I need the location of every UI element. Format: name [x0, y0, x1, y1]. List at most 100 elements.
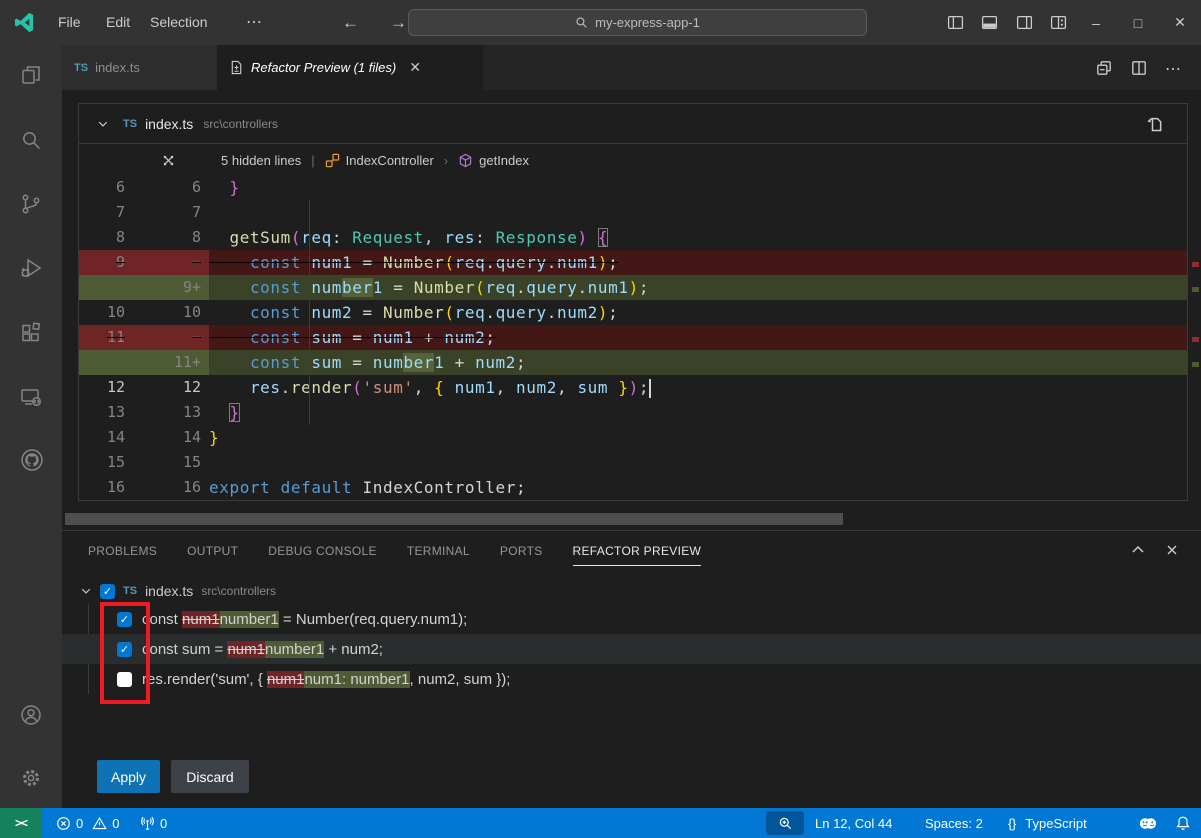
feedback-smiley-icon[interactable] [1138, 815, 1157, 832]
radio-tower-icon [140, 816, 155, 831]
remote-explorer-icon[interactable] [19, 385, 43, 409]
tab-refactor-preview[interactable]: Refactor Preview (1 files) ✕ [217, 45, 483, 90]
tab-problems[interactable]: PROBLEMS [88, 535, 157, 565]
search-icon [575, 16, 588, 29]
code-line[interactable]: 77 [79, 200, 1187, 225]
discard-button[interactable]: Discard [171, 760, 249, 793]
zoom-indicator[interactable] [766, 811, 804, 835]
open-changes-icon[interactable] [1095, 59, 1113, 77]
refactor-change-row[interactable]: ✓const sum = num1number1 + num2; [62, 634, 1201, 664]
search-sidebar-icon[interactable] [19, 128, 43, 152]
menu-file[interactable]: File [50, 0, 89, 45]
notifications-bell-icon[interactable] [1175, 815, 1191, 831]
line-number-modified: 11+ [125, 350, 201, 375]
line-number-modified: 15 [125, 450, 201, 475]
code-line[interactable]: 11+ const sum = number1 + num2; [79, 350, 1187, 375]
diff-file-path: src\controllers [203, 117, 278, 131]
refactor-file-row[interactable]: ✓ TS index.ts src\controllers [80, 578, 276, 604]
run-debug-icon[interactable] [19, 256, 43, 280]
code-line[interactable]: 11− const sum = num1 + num2; [79, 325, 1187, 350]
problems-status[interactable]: 0 0 [56, 808, 119, 838]
menu-selection[interactable]: Selection [142, 0, 216, 45]
source-control-icon[interactable] [19, 192, 43, 216]
line-number-original: 9 [79, 250, 125, 275]
toggle-sidebar-icon[interactable] [947, 14, 964, 31]
tab-close-icon[interactable]: ✕ [409, 59, 421, 76]
tab-terminal[interactable]: TERMINAL [407, 535, 470, 565]
apply-button[interactable]: Apply [97, 760, 160, 793]
code-line[interactable]: 1616export default IndexController; [79, 475, 1187, 500]
language-mode[interactable]: { } TypeScript [1008, 808, 1087, 838]
code-line[interactable]: 9− const num1 = Number(req.query.num1); [79, 250, 1187, 275]
minimize-button[interactable]: – [1075, 0, 1117, 45]
change-text: const sum = num1number1 + num2; [142, 641, 383, 658]
line-number-modified: 9+ [125, 275, 201, 300]
panel-close-icon[interactable] [1164, 542, 1181, 559]
indent-guide [309, 200, 310, 425]
file-checkbox[interactable]: ✓ [100, 584, 115, 599]
line-number-original: 14 [79, 425, 125, 450]
code-line[interactable]: 1010 const num2 = Number(req.query.num2)… [79, 300, 1187, 325]
tab-debug-console[interactable]: DEBUG CONSOLE [268, 535, 377, 565]
refactor-change-row[interactable]: res.render('sum', { num1num1: number1, n… [62, 664, 1201, 694]
navigate-back-icon[interactable]: ← [334, 0, 367, 45]
chevron-down-icon[interactable] [97, 118, 109, 130]
toggle-panel-icon[interactable] [981, 14, 998, 31]
breadcrumb-method[interactable]: getIndex [479, 153, 529, 168]
separator: | [311, 153, 314, 168]
line-number-modified: 16 [125, 475, 201, 500]
unfold-icon[interactable] [161, 153, 176, 168]
split-editor-icon[interactable] [1130, 59, 1148, 77]
cursor-position[interactable]: Ln 12, Col 44 [815, 808, 892, 838]
panel-maximize-icon[interactable] [1130, 542, 1147, 559]
code-line[interactable]: 9+ const number1 = Number(req.query.num1… [79, 275, 1187, 300]
line-number-original: 7 [79, 200, 125, 225]
line-number-modified: − [125, 250, 201, 275]
menu-edit[interactable]: Edit [98, 0, 138, 45]
line-number-modified: 13 [125, 400, 201, 425]
line-number-modified: 14 [125, 425, 201, 450]
indentation-status[interactable]: Spaces: 2 [925, 808, 983, 838]
maximize-button[interactable]: □ [1117, 0, 1159, 45]
explorer-icon[interactable] [19, 63, 43, 87]
code-line[interactable]: 1515 [79, 450, 1187, 475]
horizontal-scrollbar[interactable] [65, 513, 843, 525]
hidden-lines-label[interactable]: 5 hidden lines [221, 153, 301, 168]
editor-more-actions-icon[interactable]: ⋯ [1165, 59, 1183, 77]
code-line[interactable]: 88 getSum(req: Request, res: Response) { [79, 225, 1187, 250]
line-number-original: 16 [79, 475, 125, 500]
close-button[interactable]: ✕ [1159, 0, 1201, 45]
remote-indicator[interactable]: >< [0, 808, 42, 838]
overview-ruler-mark [1192, 262, 1199, 267]
code-line[interactable]: 66 } [79, 175, 1187, 200]
ts-file-icon: TS [123, 585, 137, 597]
line-number-original: 12 [79, 375, 125, 400]
line-number-original: 13 [79, 400, 125, 425]
chevron-down-icon[interactable] [80, 585, 92, 597]
refactor-change-row[interactable]: ✓const num1number1 = Number(req.query.nu… [62, 604, 1201, 634]
more-menus-icon[interactable]: ⋯ [238, 0, 270, 45]
code-line[interactable]: 1212 res.render('sum', { num1, num2, sum… [79, 375, 1187, 400]
diff-file-header[interactable]: TS index.ts src\controllers [79, 104, 1187, 144]
command-center[interactable]: my-express-app-1 [408, 9, 867, 36]
vscode-window: File Edit Selection ⋯ ← → my-express-app… [0, 0, 1201, 838]
code-line[interactable]: 1414} [79, 425, 1187, 450]
open-file-icon[interactable] [1145, 113, 1165, 133]
extensions-icon[interactable] [19, 321, 43, 345]
tab-index-ts[interactable]: TS index.ts [62, 45, 217, 90]
ports-status[interactable]: 0 [140, 808, 167, 838]
accounts-icon[interactable] [19, 703, 43, 727]
overview-ruler-mark [1192, 362, 1199, 367]
customize-layout-icon[interactable] [1050, 14, 1067, 31]
tab-output[interactable]: OUTPUT [187, 535, 238, 565]
settings-gear-icon[interactable] [19, 766, 43, 790]
toggle-secondary-sidebar-icon[interactable] [1016, 14, 1033, 31]
overview-ruler-mark [1192, 337, 1199, 342]
breadcrumb-class[interactable]: IndexController [346, 153, 434, 168]
tab-ports[interactable]: PORTS [500, 535, 543, 565]
github-icon[interactable] [19, 447, 43, 471]
line-number-modified: 12 [125, 375, 201, 400]
code-line[interactable]: 1313 } [79, 400, 1187, 425]
command-center-label: my-express-app-1 [595, 15, 700, 30]
tab-refactor-preview-panel[interactable]: REFACTOR PREVIEW [573, 535, 702, 566]
